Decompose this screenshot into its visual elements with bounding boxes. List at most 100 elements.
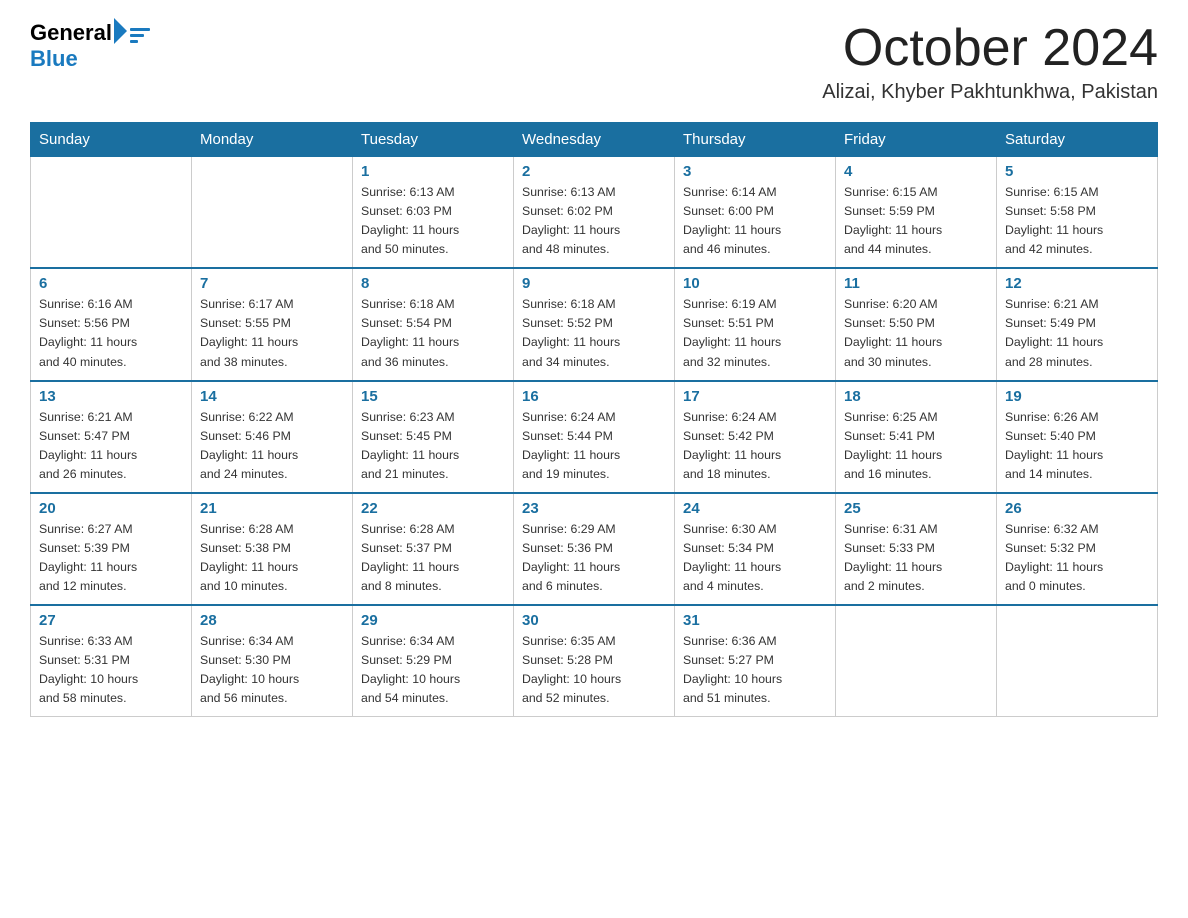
day-number: 30 [522, 612, 666, 629]
day-info: Sunrise: 6:31 AM Sunset: 5:33 PM Dayligh… [844, 520, 988, 596]
calendar-cell: 1 Sunrise: 6:13 AM Sunset: 6:03 PM Daylig… [353, 157, 514, 269]
calendar-cell: 17 Sunrise: 6:24 AM Sunset: 5:42 PM Dayli… [675, 381, 836, 493]
calendar-cell: 9 Sunrise: 6:18 AM Sunset: 5:52 PM Daylig… [514, 268, 675, 380]
header-day-sunday: Sunday [31, 123, 192, 157]
day-number: 28 [200, 612, 344, 629]
day-number: 18 [844, 388, 988, 405]
day-info: Sunrise: 6:17 AM Sunset: 5:55 PM Dayligh… [200, 295, 344, 371]
day-number: 26 [1005, 500, 1149, 517]
day-info: Sunrise: 6:30 AM Sunset: 5:34 PM Dayligh… [683, 520, 827, 596]
calendar-cell: 7 Sunrise: 6:17 AM Sunset: 5:55 PM Daylig… [192, 268, 353, 380]
header-day-friday: Friday [836, 123, 997, 157]
day-number: 4 [844, 163, 988, 180]
calendar-week-row: 6Sunrise: 6:16 AM Sunset: 5:56 PM Daylig… [31, 268, 1158, 380]
day-info: Sunrise: 6:18 AM Sunset: 5:52 PM Dayligh… [522, 295, 666, 371]
day-number: 16 [522, 388, 666, 405]
calendar-cell: 12Sunrise: 6:21 AM Sunset: 5:49 PM Dayli… [997, 268, 1158, 380]
day-number: 17 [683, 388, 827, 405]
calendar-cell: 11Sunrise: 6:20 AM Sunset: 5:50 PM Dayli… [836, 268, 997, 380]
day-info: Sunrise: 6:24 AM Sunset: 5:42 PM Dayligh… [683, 408, 827, 484]
day-number: 1 [361, 163, 505, 180]
calendar-cell [836, 605, 997, 717]
day-number: 8 [361, 275, 505, 292]
calendar-cell: 30 Sunrise: 6:35 AM Sunset: 5:28 PM Dayli… [514, 605, 675, 717]
header-day-wednesday: Wednesday [514, 123, 675, 157]
day-number: 22 [361, 500, 505, 517]
day-info: Sunrise: 6:13 AM Sunset: 6:02 PM Dayligh… [522, 183, 666, 259]
day-number: 5 [1005, 163, 1149, 180]
title-block: October 2024 Alizai, Khyber Pakhtunkhwa,… [822, 20, 1158, 104]
day-info: Sunrise: 6:15 AM Sunset: 5:59 PM Dayligh… [844, 183, 988, 259]
day-info: Sunrise: 6:23 AM Sunset: 5:45 PM Dayligh… [361, 408, 505, 484]
day-info: Sunrise: 6:27 AM Sunset: 5:39 PM Dayligh… [39, 520, 183, 596]
day-number: 7 [200, 275, 344, 292]
calendar-week-row: 1 Sunrise: 6:13 AM Sunset: 6:03 PM Daylig… [31, 157, 1158, 269]
day-number: 12 [1005, 275, 1149, 292]
calendar-cell: 26 Sunrise: 6:32 AM Sunset: 5:32 PM Dayli… [997, 493, 1158, 605]
day-info: Sunrise: 6:24 AM Sunset: 5:44 PM Dayligh… [522, 408, 666, 484]
logo-triangle-icon [114, 18, 127, 44]
day-number: 21 [200, 500, 344, 517]
day-info: Sunrise: 6:34 AM Sunset: 5:30 PM Dayligh… [200, 632, 344, 708]
calendar-cell: 29 Sunrise: 6:34 AM Sunset: 5:29 PM Dayli… [353, 605, 514, 717]
day-info: Sunrise: 6:15 AM Sunset: 5:58 PM Dayligh… [1005, 183, 1149, 259]
month-title: October 2024 [822, 20, 1158, 77]
calendar-week-row: 13 Sunrise: 6:21 AM Sunset: 5:47 PM Dayli… [31, 381, 1158, 493]
day-number: 9 [522, 275, 666, 292]
day-info: Sunrise: 6:33 AM Sunset: 5:31 PM Dayligh… [39, 632, 183, 708]
calendar-cell: 14 Sunrise: 6:22 AM Sunset: 5:46 PM Dayli… [192, 381, 353, 493]
header-day-monday: Monday [192, 123, 353, 157]
calendar-cell: 2 Sunrise: 6:13 AM Sunset: 6:02 PM Daylig… [514, 157, 675, 269]
logo-text-blue: Blue [30, 46, 78, 71]
day-info: Sunrise: 6:22 AM Sunset: 5:46 PM Dayligh… [200, 408, 344, 484]
calendar-cell [31, 157, 192, 269]
day-info: Sunrise: 6:20 AM Sunset: 5:50 PM Dayligh… [844, 295, 988, 371]
calendar-cell: 24 Sunrise: 6:30 AM Sunset: 5:34 PM Dayli… [675, 493, 836, 605]
calendar-cell: 5 Sunrise: 6:15 AM Sunset: 5:58 PM Daylig… [997, 157, 1158, 269]
page-header: General Blue October 2024 Alizai, Khyber… [30, 20, 1158, 104]
calendar-cell [192, 157, 353, 269]
day-info: Sunrise: 6:35 AM Sunset: 5:28 PM Dayligh… [522, 632, 666, 708]
day-info: Sunrise: 6:28 AM Sunset: 5:38 PM Dayligh… [200, 520, 344, 596]
calendar-cell: 3Sunrise: 6:14 AM Sunset: 6:00 PM Daylig… [675, 157, 836, 269]
day-number: 14 [200, 388, 344, 405]
day-number: 13 [39, 388, 183, 405]
day-number: 29 [361, 612, 505, 629]
header-day-tuesday: Tuesday [353, 123, 514, 157]
calendar-header-row: SundayMondayTuesdayWednesdayThursdayFrid… [31, 123, 1158, 157]
day-number: 31 [683, 612, 827, 629]
calendar-cell: 25 Sunrise: 6:31 AM Sunset: 5:33 PM Dayli… [836, 493, 997, 605]
calendar-cell: 19Sunrise: 6:26 AM Sunset: 5:40 PM Dayli… [997, 381, 1158, 493]
day-info: Sunrise: 6:36 AM Sunset: 5:27 PM Dayligh… [683, 632, 827, 708]
day-info: Sunrise: 6:21 AM Sunset: 5:47 PM Dayligh… [39, 408, 183, 484]
calendar-cell: 28 Sunrise: 6:34 AM Sunset: 5:30 PM Dayli… [192, 605, 353, 717]
day-number: 20 [39, 500, 183, 517]
day-number: 15 [361, 388, 505, 405]
day-number: 10 [683, 275, 827, 292]
day-number: 24 [683, 500, 827, 517]
calendar-week-row: 27 Sunrise: 6:33 AM Sunset: 5:31 PM Dayli… [31, 605, 1158, 717]
day-info: Sunrise: 6:34 AM Sunset: 5:29 PM Dayligh… [361, 632, 505, 708]
day-number: 23 [522, 500, 666, 517]
day-info: Sunrise: 6:18 AM Sunset: 5:54 PM Dayligh… [361, 295, 505, 371]
day-info: Sunrise: 6:28 AM Sunset: 5:37 PM Dayligh… [361, 520, 505, 596]
calendar-week-row: 20 Sunrise: 6:27 AM Sunset: 5:39 PM Dayli… [31, 493, 1158, 605]
calendar-cell: 31 Sunrise: 6:36 AM Sunset: 5:27 PM Dayli… [675, 605, 836, 717]
day-info: Sunrise: 6:26 AM Sunset: 5:40 PM Dayligh… [1005, 408, 1149, 484]
calendar-cell: 6Sunrise: 6:16 AM Sunset: 5:56 PM Daylig… [31, 268, 192, 380]
calendar-table: SundayMondayTuesdayWednesdayThursdayFrid… [30, 122, 1158, 717]
calendar-cell: 8 Sunrise: 6:18 AM Sunset: 5:54 PM Daylig… [353, 268, 514, 380]
calendar-cell: 18Sunrise: 6:25 AM Sunset: 5:41 PM Dayli… [836, 381, 997, 493]
day-number: 27 [39, 612, 183, 629]
day-number: 25 [844, 500, 988, 517]
header-day-saturday: Saturday [997, 123, 1158, 157]
calendar-cell: 21 Sunrise: 6:28 AM Sunset: 5:38 PM Dayli… [192, 493, 353, 605]
logo-lines-icon [130, 28, 150, 43]
day-number: 2 [522, 163, 666, 180]
calendar-cell: 20 Sunrise: 6:27 AM Sunset: 5:39 PM Dayli… [31, 493, 192, 605]
header-day-thursday: Thursday [675, 123, 836, 157]
day-info: Sunrise: 6:14 AM Sunset: 6:00 PM Dayligh… [683, 183, 827, 259]
day-info: Sunrise: 6:32 AM Sunset: 5:32 PM Dayligh… [1005, 520, 1149, 596]
day-info: Sunrise: 6:13 AM Sunset: 6:03 PM Dayligh… [361, 183, 505, 259]
logo-text-general: General [30, 20, 112, 46]
